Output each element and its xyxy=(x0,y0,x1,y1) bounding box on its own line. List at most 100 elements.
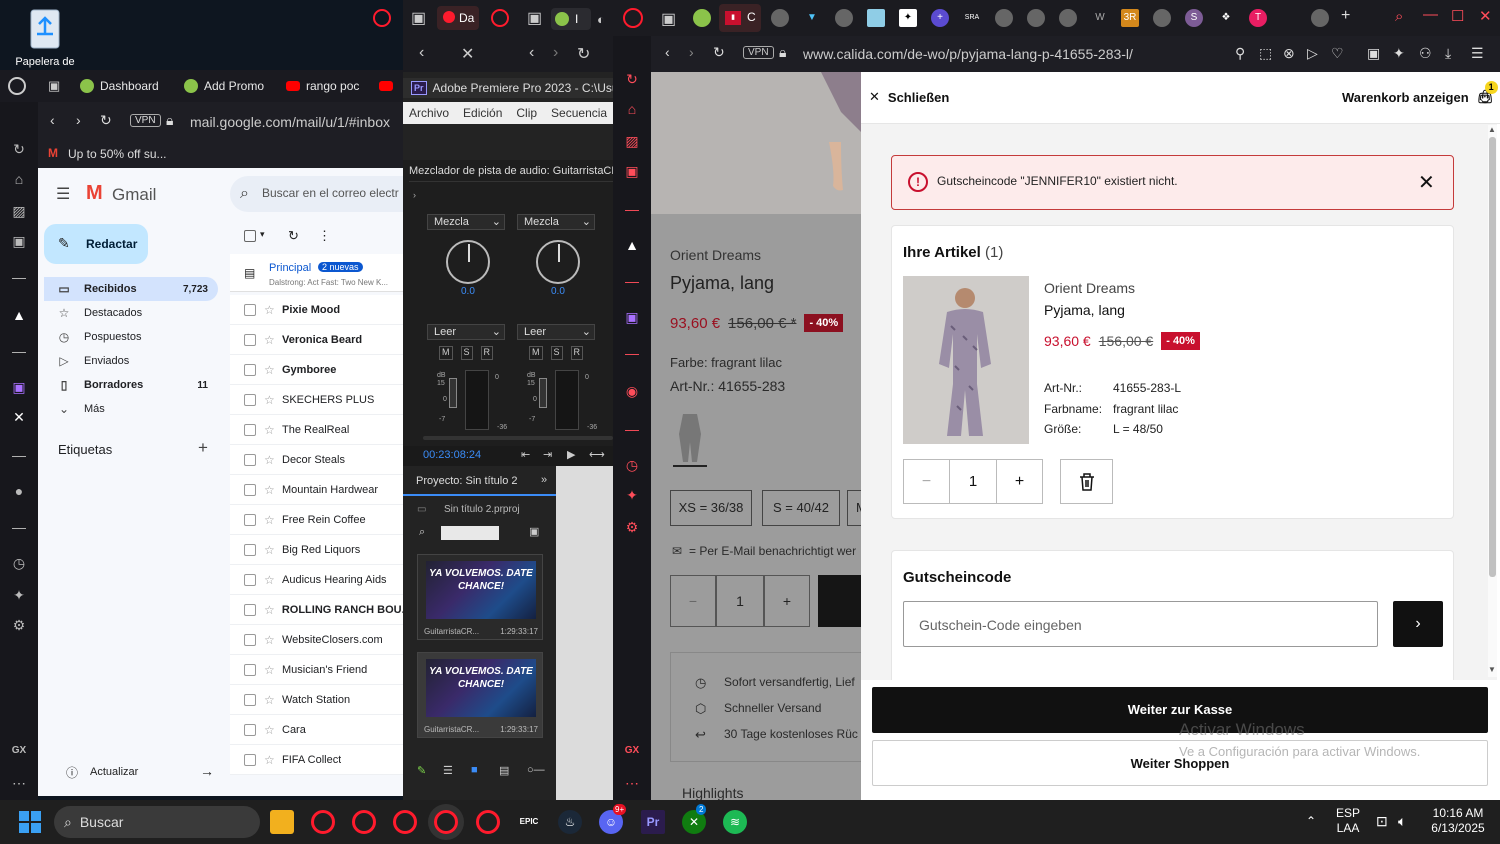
row-checkbox[interactable] xyxy=(244,603,256,616)
tab-favicon-icon[interactable]: T xyxy=(1249,9,1267,27)
email-row[interactable]: ☆ The RealReal xyxy=(230,415,403,445)
back-icon[interactable]: ‹ xyxy=(419,44,424,62)
back-icon[interactable]: ‹ xyxy=(665,44,670,60)
clip-thumbnail-2[interactable]: YA VOLVEMOS. DATE CHANCE! GuitarristaCR.… xyxy=(417,652,543,738)
close-window-icon[interactable]: ✕ xyxy=(1479,7,1492,25)
tab-favicon-icon[interactable] xyxy=(1153,9,1171,27)
qty-minus-button[interactable]: − xyxy=(670,575,716,627)
tab-favicon-icon[interactable]: + xyxy=(931,9,949,27)
go-to-out-icon[interactable]: ⇥ xyxy=(543,448,552,461)
chevron-down-icon[interactable]: ▾ xyxy=(260,229,265,240)
opera-logo-icon[interactable] xyxy=(8,77,26,95)
row-checkbox[interactable] xyxy=(244,453,256,466)
forward-icon[interactable]: › xyxy=(553,44,558,62)
mix-dropdown-2[interactable]: Mezcla ⌄ xyxy=(517,214,595,230)
email-row[interactable]: ☆ WebsiteClosers.com xyxy=(230,625,403,655)
compose-button[interactable]: ✎ Redactar xyxy=(44,224,148,264)
tab-favicon-icon[interactable] xyxy=(995,9,1013,27)
row-checkbox[interactable] xyxy=(244,573,256,586)
add-label-icon[interactable]: + xyxy=(198,438,208,458)
list-view-icon[interactable]: ☰ xyxy=(443,764,453,777)
star-icon[interactable]: ☆ xyxy=(264,603,282,617)
tab-favicon-icon[interactable] xyxy=(1311,9,1329,27)
icon-view-icon[interactable]: ■ xyxy=(471,764,478,776)
pan-knob-2[interactable] xyxy=(536,240,580,284)
size-button-s[interactable]: S = 40/42 xyxy=(762,490,840,526)
opera-logo-icon[interactable] xyxy=(373,9,391,27)
messenger-icon[interactable]: ▣ xyxy=(623,162,641,180)
refresh-icon[interactable]: ↻ xyxy=(288,228,299,244)
read-dropdown-2[interactable]: Leer ⌄ xyxy=(517,324,595,340)
email-row[interactable]: ☆ ROLLING RANCH BOU... xyxy=(230,595,403,625)
mixer-scrollbar[interactable] xyxy=(423,436,613,440)
solo-button[interactable]: S xyxy=(550,346,563,360)
tab-overview-icon[interactable]: ▣ xyxy=(661,9,676,29)
menu-icon[interactable]: ☰ xyxy=(1471,45,1484,62)
solo-button[interactable]: S xyxy=(460,346,473,360)
tab-active[interactable]: ▮ C xyxy=(719,4,761,32)
search-tabs-icon[interactable]: ⌕ xyxy=(1395,8,1403,25)
tab-da[interactable]: Da xyxy=(437,6,479,30)
freeform-view-icon[interactable]: ▤ xyxy=(499,764,509,777)
tab-favicon-icon[interactable]: ❖ xyxy=(1217,9,1235,27)
cart-scrollbar[interactable]: ▲ ▼ xyxy=(1488,125,1497,677)
close-icon[interactable]: ✕ xyxy=(461,44,474,64)
menu-archivo[interactable]: Archivo xyxy=(409,106,449,120)
ai-icon[interactable]: ⌂ xyxy=(623,100,641,118)
back-icon[interactable]: ‹ xyxy=(529,44,534,62)
pan-knob-1[interactable] xyxy=(446,240,490,284)
project-search-input[interactable] xyxy=(441,526,499,540)
star-icon[interactable]: ☆ xyxy=(264,633,282,647)
apply-coupon-button[interactable]: › xyxy=(1393,601,1443,647)
settings-icon[interactable]: ⚙ xyxy=(623,518,641,536)
crypto-icon[interactable]: ▨ xyxy=(10,202,28,220)
qty-input[interactable]: 1 xyxy=(949,459,997,504)
tab-i[interactable]: I xyxy=(551,8,591,30)
tab-overview-icon[interactable]: ▣ xyxy=(411,8,426,28)
expand-icon[interactable]: › xyxy=(413,190,416,200)
add-to-cart-button[interactable] xyxy=(818,575,861,627)
vpn-badge[interactable]: VPN xyxy=(130,114,161,127)
twitch-icon[interactable]: ▣ xyxy=(623,308,641,326)
opera-logo-icon[interactable] xyxy=(623,8,643,28)
size-button-m[interactable]: M xyxy=(847,490,861,526)
row-checkbox[interactable] xyxy=(244,483,256,496)
pin-icon[interactable]: ⚲ xyxy=(1235,45,1245,62)
star-icon[interactable]: ☆ xyxy=(264,303,282,317)
star-icon[interactable]: ☆ xyxy=(264,693,282,707)
tab-rango[interactable]: rango poc xyxy=(286,78,394,94)
opera-gx-icon[interactable] xyxy=(434,810,458,834)
email-row[interactable]: ☆ Watch Station xyxy=(230,685,403,715)
tab-favicon-icon[interactable] xyxy=(1059,9,1077,27)
menu-clip[interactable]: Clip xyxy=(516,106,537,120)
opera-gx-icon[interactable] xyxy=(476,810,500,834)
star-icon[interactable]: ☆ xyxy=(264,543,282,557)
premiere-pro-icon[interactable]: Pr xyxy=(641,810,665,834)
x-icon[interactable]: ✕ xyxy=(10,408,28,426)
tab-favicon-icon[interactable] xyxy=(835,9,853,27)
tab-favicon-icon[interactable] xyxy=(693,9,711,27)
reload-icon[interactable]: ↻ xyxy=(100,112,112,129)
aria-icon[interactable]: ▲ xyxy=(10,306,28,324)
tab-favicon-icon[interactable]: ✦ xyxy=(899,9,917,27)
epic-games-icon[interactable]: EPIC xyxy=(517,810,541,834)
clock[interactable]: 10:16 AM 6/13/2025 xyxy=(1428,806,1488,836)
show-hidden-icons-icon[interactable]: ⌃ xyxy=(1306,814,1316,828)
project-title[interactable]: Proyecto: Sin título 2 xyxy=(403,468,556,496)
vpn-badge[interactable]: VPN xyxy=(743,46,774,59)
forward-icon[interactable]: › xyxy=(689,44,694,60)
remove-item-button[interactable] xyxy=(1060,459,1113,504)
ai-icon[interactable]: ⌂ xyxy=(10,170,28,188)
email-row[interactable]: ☆ Cara xyxy=(230,715,403,745)
easy-setup-icon[interactable]: ↻ xyxy=(10,140,28,158)
history-icon[interactable]: ◷ xyxy=(623,456,641,474)
opera-gx-icon[interactable] xyxy=(393,810,417,834)
email-row[interactable]: ☆ Musician's Friend xyxy=(230,655,403,685)
select-all-checkbox[interactable] xyxy=(244,230,256,242)
coupon-input[interactable]: Gutschein-Code eingeben xyxy=(903,601,1378,647)
download-icon[interactable]: ⤓ xyxy=(1445,45,1451,62)
qty-value[interactable]: 1 xyxy=(716,575,764,627)
nav-starred[interactable]: ☆ Destacados xyxy=(44,301,218,325)
volume-fader-2[interactable] xyxy=(539,378,547,408)
row-checkbox[interactable] xyxy=(244,663,256,676)
